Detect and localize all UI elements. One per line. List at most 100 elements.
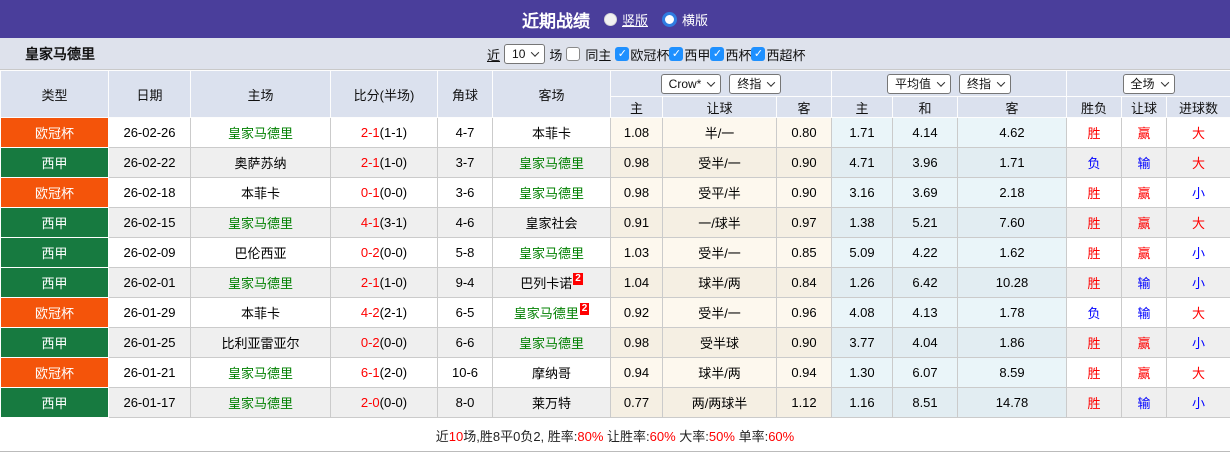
checkbox-checked-icon[interactable]: ✓ xyxy=(710,47,725,61)
result-wl: 负 xyxy=(1066,147,1123,178)
match-count-select[interactable]: 10 xyxy=(504,44,546,64)
result-scope-select[interactable]: 全场 xyxy=(1122,73,1175,94)
home-team-link[interactable]: 皇家马德里 xyxy=(190,207,331,238)
checkbox-checked-icon[interactable]: ✓ xyxy=(751,47,766,61)
result-handicap: 输 xyxy=(1121,297,1168,328)
col-header-corner: 角球 xyxy=(437,70,493,118)
view-option-horizontal-label[interactable]: 横版 xyxy=(682,10,708,29)
match-score: 4-2(2-1) xyxy=(330,297,438,328)
view-option-horizontal[interactable]: 横版 xyxy=(662,10,708,29)
league-filter-1[interactable]: ✓ 西甲 xyxy=(669,45,710,64)
euro-odds-company-value: 平均值 xyxy=(894,76,931,91)
view-option-vertical-label[interactable]: 竖版 xyxy=(622,10,648,29)
result-handicap: 赢 xyxy=(1121,177,1168,208)
col-header-euro-away: 客 xyxy=(956,96,1068,118)
chevron-down-icon xyxy=(936,77,946,87)
checkbox-checked-icon[interactable]: ✓ xyxy=(669,47,684,61)
league-filter-label: 西杯 xyxy=(725,47,752,63)
match-row: 西甲 26-01-25 比利亚雷亚尔 0-2(0-0) 6-6 皇家马德里 0.98 受半球 0… xyxy=(0,327,1230,358)
col-header-result-wl: 胜负 xyxy=(1066,96,1123,118)
asia-odds-away: 0.90 xyxy=(776,177,832,208)
match-row: 西甲 26-02-01 皇家马德里 2-1(1-0) 9-4 巴列卡诺 2 1.04 球半/两 0… xyxy=(0,267,1230,298)
asia-odds-company-select[interactable]: Crow* xyxy=(660,73,722,94)
stat-segment: 10 xyxy=(448,429,464,444)
away-team-link[interactable]: 摩纳哥 xyxy=(492,357,611,388)
match-date: 26-02-15 xyxy=(108,207,191,238)
match-score: 2-1(1-1) xyxy=(330,117,438,148)
home-team-link[interactable]: 奥萨苏纳 xyxy=(190,147,331,178)
euro-odds-home: 1.30 xyxy=(831,357,893,388)
home-team-link[interactable]: 比利亚雷亚尔 xyxy=(190,327,331,358)
home-team-link[interactable]: 本菲卡 xyxy=(190,177,331,208)
away-team-link[interactable]: 本菲卡 xyxy=(492,117,611,148)
result-goals: 小 xyxy=(1166,237,1230,268)
result-group-header: 全场 xyxy=(1066,70,1230,97)
home-team-link[interactable]: 皇家马德里 xyxy=(190,117,331,148)
league-filter-2[interactable]: ✓ 西杯 xyxy=(710,45,751,64)
away-team-link[interactable]: 皇家马德里 xyxy=(492,237,611,268)
view-option-vertical[interactable]: 竖版 xyxy=(603,10,648,29)
away-team-link[interactable]: 皇家社会 xyxy=(492,207,611,238)
result-goals: 大 xyxy=(1166,357,1230,388)
stat-segment: 60% xyxy=(768,429,795,444)
away-team-link[interactable]: 皇家马德里 xyxy=(492,327,611,358)
match-count-unit: 场 xyxy=(549,47,563,63)
recent-results-table: 类型 日期 主场 比分(半场) 角球 客场 Crow* 终指 平均值 终指 全场… xyxy=(0,70,1230,418)
home-team-link[interactable]: 皇家马德里 xyxy=(190,387,331,418)
asia-odds-group-header: Crow* 终指 xyxy=(610,70,832,97)
euro-odds-home: 1.38 xyxy=(831,207,893,238)
result-wl: 胜 xyxy=(1066,387,1123,418)
asia-odds-handicap: 球半/两 xyxy=(662,357,777,388)
away-team-link[interactable]: 皇家马德里 xyxy=(492,147,611,178)
league-filter-3[interactable]: ✓ 西超杯 xyxy=(751,45,805,64)
euro-odds-draw: 4.04 xyxy=(892,327,958,358)
result-goals: 小 xyxy=(1166,267,1230,298)
checkbox-unchecked-icon[interactable] xyxy=(566,47,581,61)
radio-unselected-icon[interactable] xyxy=(603,12,617,26)
asia-odds-home: 1.03 xyxy=(610,237,663,268)
euro-odds-time-select[interactable]: 终指 xyxy=(959,73,1012,94)
match-score: 0-2(0-0) xyxy=(330,237,438,268)
match-score: 0-1(0-0) xyxy=(330,177,438,208)
euro-odds-draw: 8.51 xyxy=(892,387,958,418)
asia-odds-time-value: 终指 xyxy=(737,76,762,91)
euro-odds-away: 1.62 xyxy=(956,237,1068,268)
league-badge: 西甲 xyxy=(0,387,109,418)
corner-score: 3-7 xyxy=(437,147,493,178)
corner-score: 6-5 xyxy=(437,297,493,328)
col-header-home: 主场 xyxy=(190,70,331,118)
match-row: 西甲 26-02-22 奥萨苏纳 2-1(1-0) 3-7 皇家马德里 0.98 受半/一 0.… xyxy=(0,147,1230,178)
asia-odds-handicap: 球半/两 xyxy=(662,267,777,298)
away-team-link[interactable]: 皇家马德里 2 xyxy=(492,297,611,328)
asia-odds-handicap: 受半/一 xyxy=(662,147,777,178)
match-date: 26-02-09 xyxy=(108,237,191,268)
away-team-link[interactable]: 莱万特 xyxy=(492,387,611,418)
home-team-link[interactable]: 巴伦西亚 xyxy=(190,237,331,268)
away-team-link[interactable]: 巴列卡诺 2 xyxy=(492,267,611,298)
checkbox-checked-icon[interactable]: ✓ xyxy=(615,47,630,61)
euro-odds-away: 10.28 xyxy=(956,267,1068,298)
match-date: 26-01-21 xyxy=(108,357,191,388)
match-date: 26-01-25 xyxy=(108,327,191,358)
near-link[interactable]: 近 xyxy=(487,45,500,64)
euro-odds-away: 7.60 xyxy=(956,207,1068,238)
away-team-link[interactable]: 皇家马德里 xyxy=(492,177,611,208)
filter-controls: 近 10 场 同主 ✓ 欧冠杯 ✓ 西甲 ✓ 西杯 ✓ 西超杯 xyxy=(487,38,805,70)
euro-odds-company-select[interactable]: 平均值 xyxy=(886,73,951,94)
league-filter-0[interactable]: ✓ 欧冠杯 xyxy=(615,45,669,64)
home-team-link[interactable]: 皇家马德里 xyxy=(190,357,331,388)
euro-odds-home: 3.77 xyxy=(831,327,893,358)
col-header-result-handicap: 让球 xyxy=(1121,96,1168,118)
asia-odds-time-select[interactable]: 终指 xyxy=(729,73,782,94)
home-team-link[interactable]: 皇家马德里 xyxy=(190,267,331,298)
match-row: 西甲 26-02-15 皇家马德里 4-1(3-1) 4-6 皇家社会 0.91 一/球半 0.… xyxy=(0,207,1230,238)
radio-selected-icon[interactable] xyxy=(662,11,677,27)
home-team-link[interactable]: 本菲卡 xyxy=(190,297,331,328)
league-badge: 西甲 xyxy=(0,267,109,298)
match-score: 2-1(1-0) xyxy=(330,267,438,298)
euro-odds-draw: 6.42 xyxy=(892,267,958,298)
same-home-filter[interactable]: 同主 xyxy=(566,45,611,64)
chevron-down-icon xyxy=(531,48,540,57)
league-badge: 欧冠杯 xyxy=(0,297,109,328)
panel-title: 近期战绩 xyxy=(521,11,590,31)
